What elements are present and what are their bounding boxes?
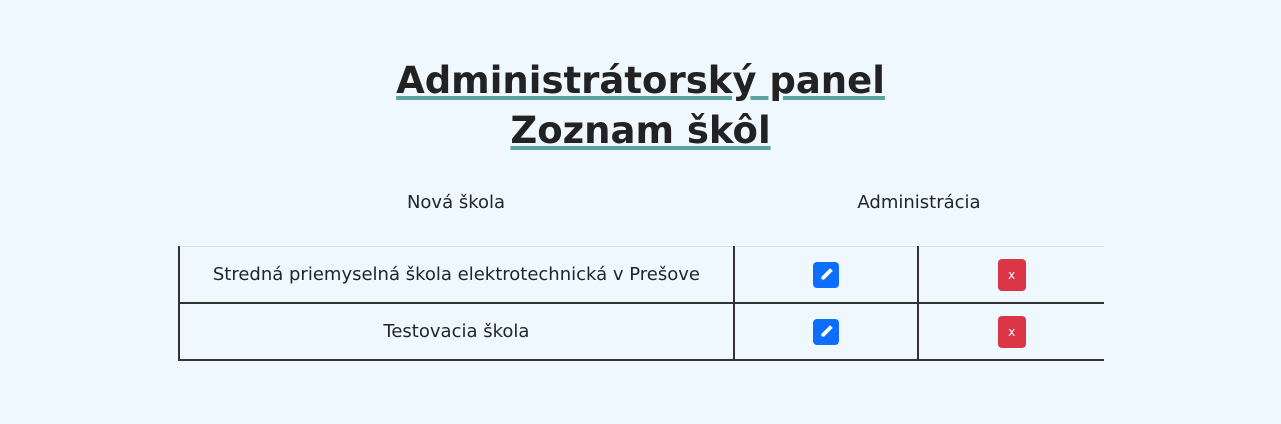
school-name: Testovacia škola xyxy=(178,303,734,361)
table-header: Nová škola Administrácia xyxy=(178,188,1104,222)
pencil-icon xyxy=(820,267,833,280)
edit-button[interactable] xyxy=(813,261,840,288)
edit-cell xyxy=(732,303,919,361)
delete-cell: x xyxy=(917,303,1104,361)
delete-button[interactable]: x xyxy=(997,258,1026,291)
page-header: Administrátorský panel Zoznam škôl xyxy=(0,56,1281,156)
school-name: Stredná priemyselná škola elektrotechnic… xyxy=(178,246,734,304)
page-title: Administrátorský panel xyxy=(396,59,885,102)
page-subtitle: Zoznam škôl xyxy=(510,109,771,152)
pencil-icon xyxy=(820,324,833,337)
schools-table: Stredná priemyselná škola elektrotechnic… xyxy=(178,246,1104,361)
table-row: Stredná priemyselná škola elektrotechnic… xyxy=(178,246,1104,304)
delete-button[interactable]: x xyxy=(997,315,1026,348)
new-school-link[interactable]: Nová škola xyxy=(178,192,734,213)
delete-cell: x xyxy=(917,246,1104,304)
table-row: Testovacia škola x xyxy=(178,303,1104,361)
edit-button[interactable] xyxy=(813,318,840,345)
edit-cell xyxy=(732,246,919,304)
admin-column-header: Administrácia xyxy=(857,192,981,213)
